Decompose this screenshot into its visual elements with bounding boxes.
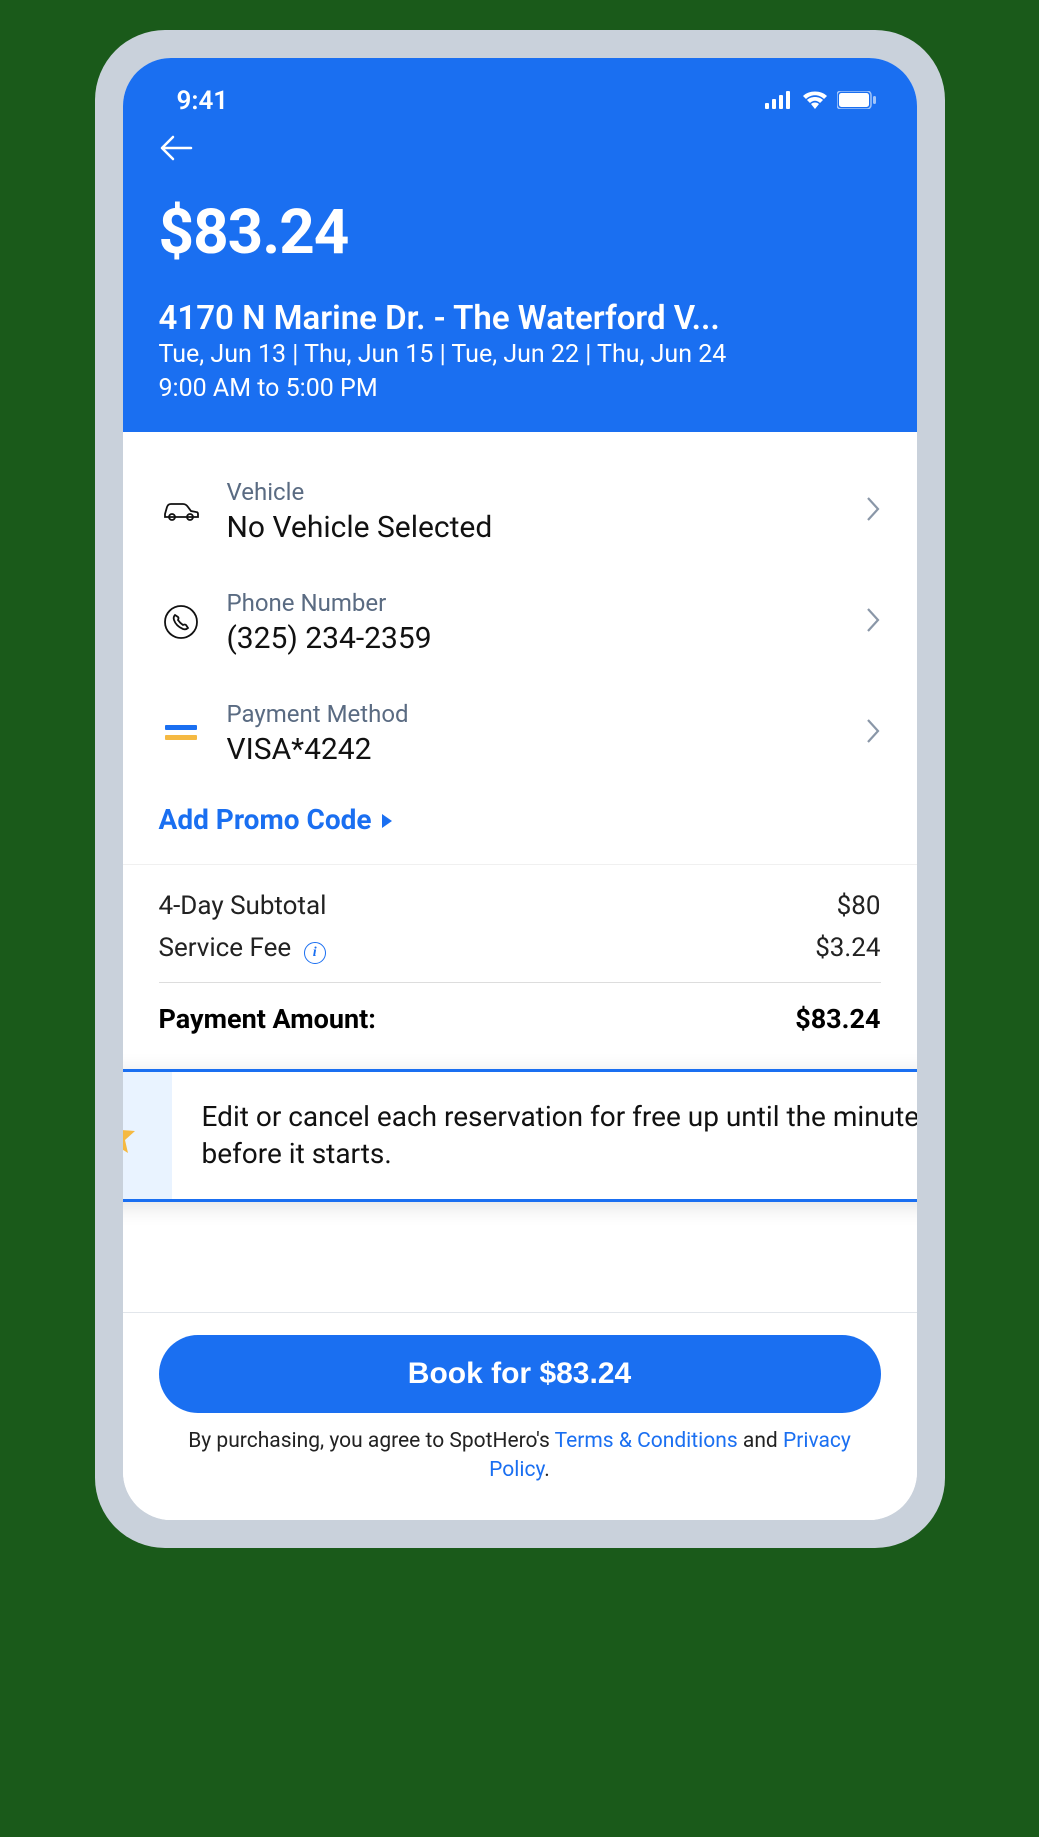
add-promo-button[interactable]: Add Promo Code (159, 789, 881, 864)
subtotal-label: 4-Day Subtotal (159, 891, 327, 921)
chevron-right-icon (865, 606, 881, 638)
cancellation-callout: Edit or cancel each reservation for free… (123, 1069, 917, 1203)
service-fee-row: Service Fee i $3.24 (159, 927, 881, 983)
callout-text: Edit or cancel each reservation for free… (172, 1072, 917, 1200)
checkout-header: 9:41 $83.24 4170 N Marine Dr. - T (123, 58, 917, 432)
promo-label: Add Promo Code (159, 803, 372, 836)
status-bar: 9:41 (159, 86, 881, 116)
back-button[interactable] (159, 134, 881, 166)
checkout-content: Vehicle No Vehicle Selected Phone Number… (123, 432, 917, 1520)
price-summary: 4-Day Subtotal $80 Service Fee i $3.24 P… (123, 864, 917, 1061)
fee-label: Service Fee (159, 933, 292, 963)
legal-and: and (738, 1429, 783, 1453)
legal-text: By purchasing, you agree to SpotHero's T… (159, 1427, 881, 1486)
credit-card-icon (159, 721, 203, 745)
phone-icon (159, 604, 203, 640)
header-dates: Tue, Jun 13 | Thu, Jun 15 | Tue, Jun 22 … (159, 338, 881, 372)
payment-value: VISA*4242 (227, 732, 841, 767)
chevron-right-icon (865, 717, 881, 749)
vehicle-label: Vehicle (227, 478, 841, 506)
header-location: 4170 N Marine Dr. - The Waterford V... (159, 299, 881, 338)
total-label: Payment Amount: (159, 1003, 376, 1035)
header-time-range: 9:00 AM to 5:00 PM (159, 372, 881, 406)
subtotal-value: $80 (837, 891, 881, 921)
checkout-footer: Book for $83.24 By purchasing, you agree… (123, 1312, 917, 1520)
fee-value: $3.24 (815, 933, 880, 963)
battery-icon (837, 86, 877, 116)
total-value: $83.24 (795, 1003, 880, 1035)
triangle-right-icon (380, 803, 394, 836)
status-icons (765, 86, 877, 116)
subtotal-row: 4-Day Subtotal $80 (159, 885, 881, 927)
phone-label: Phone Number (227, 589, 841, 617)
details-list: Vehicle No Vehicle Selected Phone Number… (123, 432, 917, 864)
star-icon (123, 1072, 172, 1200)
cellular-icon (765, 86, 793, 116)
payment-label: Payment Method (227, 700, 841, 728)
app-screen: 9:41 $83.24 4170 N Marine Dr. - T (123, 58, 917, 1520)
phone-row[interactable]: Phone Number (325) 234-2359 (159, 567, 881, 678)
header-price: $83.24 (159, 196, 881, 269)
total-row: Payment Amount: $83.24 (159, 983, 881, 1053)
book-button[interactable]: Book for $83.24 (159, 1335, 881, 1413)
info-icon[interactable]: i (304, 942, 326, 964)
car-icon (159, 499, 203, 523)
legal-period: . (544, 1458, 550, 1482)
phone-frame: 9:41 $83.24 4170 N Marine Dr. - T (95, 30, 945, 1548)
wifi-icon (801, 86, 829, 116)
spacer (123, 1232, 917, 1312)
phone-value: (325) 234-2359 (227, 621, 841, 656)
vehicle-row[interactable]: Vehicle No Vehicle Selected (159, 456, 881, 567)
payment-row[interactable]: Payment Method VISA*4242 (159, 678, 881, 789)
terms-link[interactable]: Terms & Conditions (555, 1429, 738, 1453)
vehicle-value: No Vehicle Selected (227, 510, 841, 545)
chevron-right-icon (865, 495, 881, 527)
legal-prefix: By purchasing, you agree to SpotHero's (188, 1429, 554, 1453)
status-time: 9:41 (177, 86, 229, 116)
callout-container: Edit or cancel each reservation for free… (123, 1069, 917, 1233)
